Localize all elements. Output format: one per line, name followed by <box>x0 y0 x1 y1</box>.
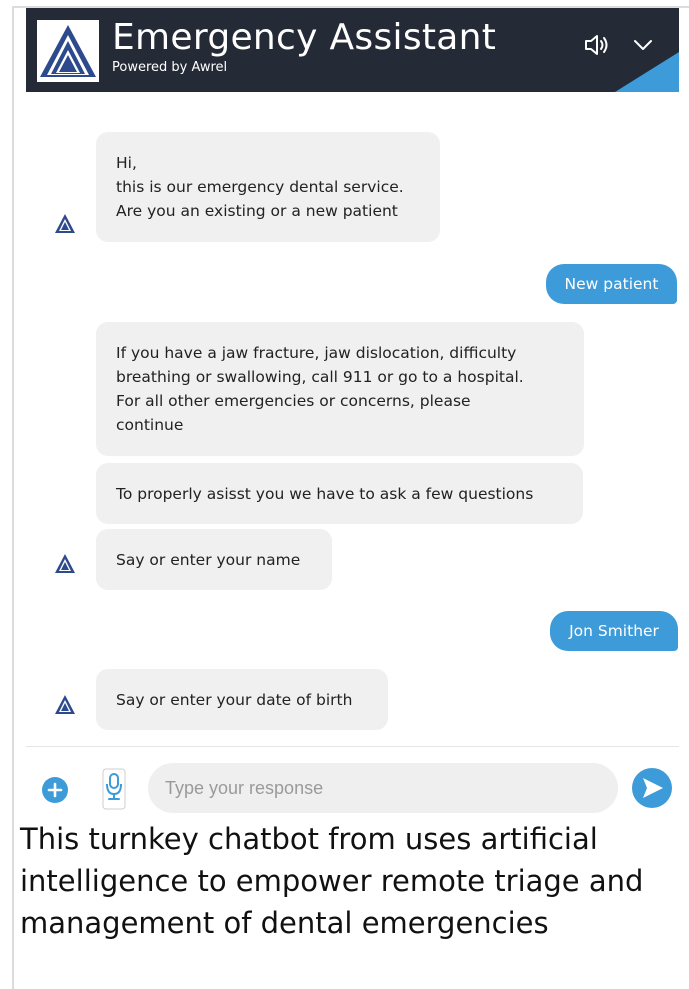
message-list[interactable]: Hi, this is our emergency dental service… <box>26 92 679 746</box>
message-line: breathing or swallowing, call 911 or go … <box>116 368 524 386</box>
bot-message: To properly asisst you we have to ask a … <box>96 463 583 524</box>
message-line: To properly asisst you we have to ask a … <box>116 484 534 503</box>
message-line: Hi, <box>116 154 137 172</box>
bot-avatar-icon <box>55 214 75 233</box>
microphone-icon[interactable] <box>102 768 126 810</box>
speaker-icon[interactable] <box>581 30 611 60</box>
composer-bar <box>26 746 679 820</box>
awrel-logo <box>37 20 99 82</box>
message-line: Are you an existing or a new patient <box>116 202 398 220</box>
message-line: For all other emergencies or concerns, p… <box>116 392 471 410</box>
chat-widget: Emergency Assistant Powered by Awrel Hi,… <box>26 8 679 820</box>
bot-avatar-icon <box>55 554 75 573</box>
bot-message: If you have a jaw fracture, jaw dislocat… <box>96 322 584 456</box>
bot-message: Hi, this is our emergency dental service… <box>96 132 440 242</box>
bot-message: Say or enter your name <box>96 529 332 590</box>
message-line: If you have a jaw fracture, jaw dislocat… <box>116 344 517 362</box>
user-message: Jon Smither <box>550 611 678 651</box>
chat-subtitle: Powered by Awrel <box>112 60 228 75</box>
message-line: Say or enter your name <box>116 550 301 569</box>
chat-header: Emergency Assistant Powered by Awrel <box>26 8 679 92</box>
bot-message: Say or enter your date of birth <box>96 669 388 730</box>
message-line: continue <box>116 416 184 434</box>
user-message: New patient <box>546 264 677 304</box>
bot-avatar-icon <box>55 695 75 714</box>
description-caption: This turnkey chatbot from uses artificia… <box>20 822 644 940</box>
message-line: this is our emergency dental service. <box>116 178 404 196</box>
message-line: Say or enter your date of birth <box>116 690 353 709</box>
send-arrow-icon[interactable] <box>632 768 672 808</box>
response-input[interactable] <box>148 763 618 813</box>
plus-circle-icon[interactable] <box>42 777 68 803</box>
header-accent-corner <box>615 52 679 92</box>
chat-title: Emergency Assistant <box>112 17 497 58</box>
